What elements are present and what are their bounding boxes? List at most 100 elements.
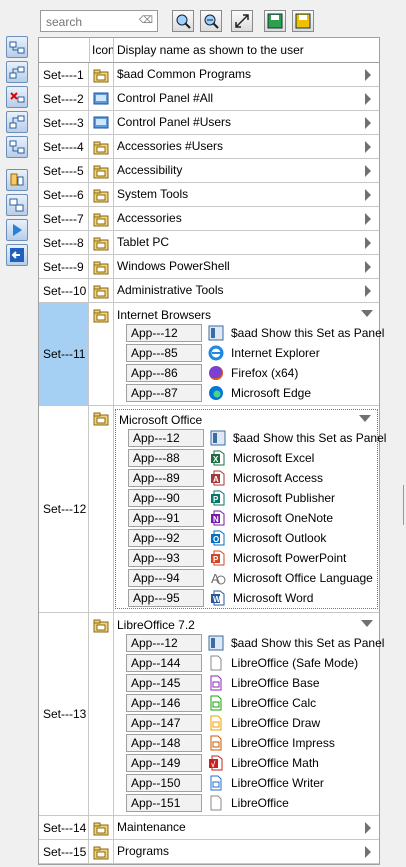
app-id[interactable]: App---92 — [128, 529, 204, 547]
app-id[interactable]: App--151 — [126, 794, 202, 812]
app-id[interactable]: App---89 — [128, 469, 204, 487]
display-name-cell[interactable]: Accessories — [114, 207, 379, 230]
table-row[interactable]: Set---10 Administrative Tools — [39, 279, 379, 303]
table-group-row[interactable]: Set---13 LibreOffice 7.2 App---12 $aad Show… — [39, 613, 384, 816]
move-down-button[interactable] — [6, 136, 28, 158]
table-row[interactable]: Set----4 Accessories #Users — [39, 135, 379, 159]
app-row[interactable]: App---85 Internet Explorer — [114, 343, 379, 363]
expand-button[interactable] — [231, 10, 253, 32]
app-row[interactable]: App---12 $aad Show this Set as Panel — [114, 633, 384, 653]
expand-arrow-icon[interactable] — [365, 261, 371, 273]
app-row[interactable]: App---93 P Microsoft PowerPoint — [116, 548, 377, 568]
app-id[interactable]: App---86 — [126, 364, 202, 382]
table-row[interactable]: Set----7 Accessories — [39, 207, 379, 231]
app-id[interactable]: App---12 — [126, 634, 202, 652]
app-row[interactable]: App--147 LibreOffice Draw — [114, 713, 379, 733]
expand-arrow-icon[interactable] — [365, 69, 371, 81]
display-name-cell[interactable]: Control Panel #Users — [114, 111, 379, 134]
expand-arrow-icon[interactable] — [365, 141, 371, 153]
display-name-cell[interactable]: Administrative Tools — [114, 279, 379, 302]
app-id[interactable]: App---91 — [128, 509, 204, 527]
expand-arrow-icon[interactable] — [365, 117, 371, 129]
table-row[interactable]: Set----3 Control Panel #Users — [39, 111, 379, 135]
app-id[interactable]: App---90 — [128, 489, 204, 507]
app-row[interactable]: App---12 $aad Show this Set as Panel — [114, 323, 384, 343]
table-row[interactable]: Set----8 Tablet PC — [39, 231, 379, 255]
display-name-cell[interactable]: Control Panel #All — [114, 87, 379, 110]
app-id[interactable]: App---94 — [128, 569, 204, 587]
expand-arrow-icon[interactable] — [365, 189, 371, 201]
display-name-cell[interactable]: Accessories #Users — [114, 135, 379, 158]
app-row[interactable]: App---94 A Microsoft Office Language — [116, 568, 377, 588]
display-name-cell[interactable]: $aad Common Programs — [114, 63, 379, 86]
move-up-button[interactable] — [6, 111, 28, 133]
save-button[interactable] — [264, 10, 286, 32]
display-name-cell[interactable]: LibreOffice 7.2 App---12 $aad Show this Se… — [114, 613, 384, 815]
display-name-cell[interactable]: Programs — [114, 840, 379, 863]
app-id[interactable]: App---93 — [128, 549, 204, 567]
duplicate-button[interactable] — [6, 194, 28, 216]
display-name-cell[interactable]: Microsoft Office App---12 $aad Show this S… — [114, 406, 386, 612]
add-set-button[interactable] — [6, 36, 28, 58]
app-id[interactable]: App---12 — [126, 324, 202, 342]
expand-arrow-icon[interactable] — [365, 213, 371, 225]
display-name-cell[interactable]: System Tools — [114, 183, 379, 206]
table-row[interactable]: Set---14 Maintenance — [39, 816, 379, 840]
app-id[interactable]: App--149 — [126, 754, 202, 772]
back-button[interactable] — [6, 244, 28, 266]
delete-button[interactable] — [6, 86, 28, 108]
zoom-in-button[interactable] — [172, 10, 194, 32]
expand-arrow-icon[interactable] — [365, 822, 371, 834]
app-row[interactable]: App---90 P Microsoft Publisher — [116, 488, 377, 508]
table-row[interactable]: Set---15 Programs — [39, 840, 379, 864]
expand-arrow-icon[interactable] — [365, 237, 371, 249]
display-name-cell[interactable]: Windows PowerShell — [114, 255, 379, 278]
app-id[interactable]: App---85 — [126, 344, 202, 362]
app-id[interactable]: App--147 — [126, 714, 202, 732]
table-group-row[interactable]: Set---12 Microsoft Office App---12 $aad Sho… — [39, 406, 386, 613]
app-row[interactable]: App---91 N Microsoft OneNote — [116, 508, 377, 528]
app-id[interactable]: App---88 — [128, 449, 204, 467]
copy-button[interactable] — [6, 169, 28, 191]
app-row[interactable]: App--144 LibreOffice (Safe Mode) — [114, 653, 379, 673]
app-id[interactable]: App---12 — [128, 429, 204, 447]
expand-arrow-icon[interactable] — [365, 93, 371, 105]
app-row[interactable]: App---88 X Microsoft Excel — [116, 448, 377, 468]
zoom-out-button[interactable] — [200, 10, 222, 32]
search-input[interactable] — [44, 12, 140, 32]
table-row[interactable]: Set----2 Control Panel #All — [39, 87, 379, 111]
app-row[interactable]: App---12 $aad Show this Set as Panel — [116, 428, 386, 448]
app-id[interactable]: App--144 — [126, 654, 202, 672]
app-row[interactable]: App--146 LibreOffice Calc — [114, 693, 379, 713]
app-row[interactable]: App--145 LibreOffice Base — [114, 673, 379, 693]
app-row[interactable]: App---89 A Microsoft Access — [116, 468, 377, 488]
app-id[interactable]: App--145 — [126, 674, 202, 692]
app-row[interactable]: App---95 W Microsoft Word — [116, 588, 377, 608]
table-row[interactable]: Set----1 $aad Common Programs — [39, 63, 379, 87]
app-id[interactable]: App--150 — [126, 774, 202, 792]
expand-arrow-icon[interactable] — [365, 285, 371, 297]
display-name-cell[interactable]: Accessibility — [114, 159, 379, 182]
collapse-arrow-icon[interactable] — [359, 415, 371, 422]
app-id[interactable]: App--148 — [126, 734, 202, 752]
table-row[interactable]: Set----6 System Tools — [39, 183, 379, 207]
app-id[interactable]: App---95 — [128, 589, 204, 607]
add-app-button[interactable] — [6, 61, 28, 83]
app-row[interactable]: App---92 O Microsoft Outlook — [116, 528, 377, 548]
display-name-cell[interactable]: Tablet PC — [114, 231, 379, 254]
app-id[interactable]: App---87 — [126, 384, 202, 402]
app-row[interactable]: App--149 √ LibreOffice Math — [114, 753, 379, 773]
display-name-cell[interactable]: Maintenance — [114, 816, 379, 839]
save-as-button[interactable] — [292, 10, 314, 32]
app-id[interactable]: App--146 — [126, 694, 202, 712]
clear-search-icon[interactable]: ⌫ — [139, 15, 153, 26]
app-row[interactable]: App--148 LibreOffice Impress — [114, 733, 379, 753]
display-name-cell[interactable]: Internet Browsers App---12 $aad Show this … — [114, 303, 384, 405]
table-row[interactable]: Set----5 Accessibility — [39, 159, 379, 183]
app-row[interactable]: App---87 Microsoft Edge — [114, 383, 379, 403]
table-group-row[interactable]: Set---11 Internet Browsers App---12 $aad Sh… — [39, 303, 384, 406]
app-row[interactable]: App--150 LibreOffice Writer — [114, 773, 379, 793]
table-row[interactable]: Set----9 Windows PowerShell — [39, 255, 379, 279]
collapse-arrow-icon[interactable] — [361, 310, 373, 317]
app-row[interactable]: App--151 LibreOffice — [114, 793, 379, 813]
